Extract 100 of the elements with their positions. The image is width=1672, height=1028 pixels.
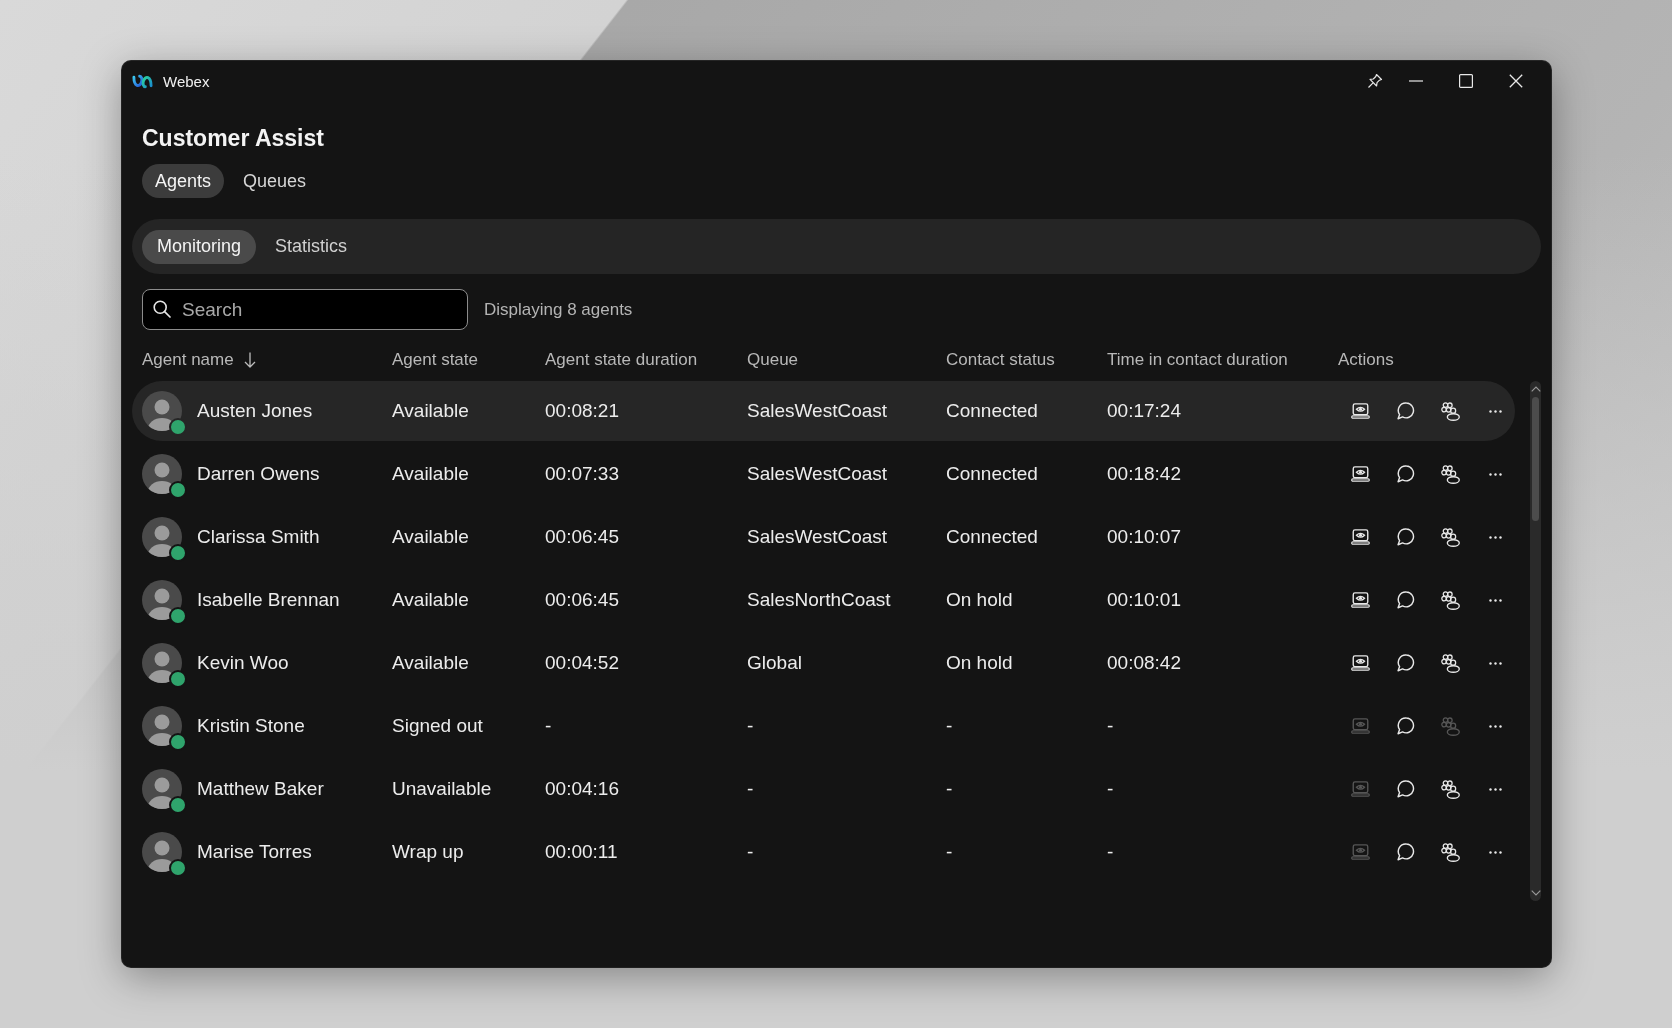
laptop-eye-icon[interactable] [1351, 466, 1370, 482]
queue-name: Global [747, 652, 802, 673]
tab[interactable]: Agents [142, 164, 225, 198]
laptop-eye-icon[interactable] [1351, 592, 1370, 608]
result-count: Displaying 8 agents [484, 299, 633, 320]
agent-state: Signed out [392, 715, 483, 736]
scrollbar-track[interactable] [1530, 381, 1541, 901]
column-header[interactable]: Agent state [392, 350, 478, 370]
avatar-icon [142, 517, 182, 557]
contact-status: - [946, 778, 953, 799]
state-duration: 00:00:11 [545, 841, 618, 862]
agent-state: Available [392, 652, 469, 673]
column-header[interactable]: Contact status [946, 350, 1055, 370]
contact-duration: 00:18:42 [1107, 463, 1181, 484]
chat-bubble-icon[interactable] [1396, 780, 1415, 798]
state-duration: 00:04:52 [545, 652, 619, 673]
avatar-icon [142, 454, 182, 494]
laptop-eye-icon[interactable] [1351, 403, 1370, 419]
table-row[interactable]: Kevin Woo Available 00:04:52 Global On hold 00:08:42 [132, 633, 1515, 693]
people-group-icon[interactable] [1441, 842, 1460, 862]
contact-duration: - [1107, 715, 1114, 736]
agent-state: Available [392, 400, 469, 421]
agent-name: Marise Torres [197, 841, 312, 863]
table-row[interactable]: Isabelle Brennan Available 00:06:45 SalesNorthCoast On hold 00:10:01 [132, 570, 1515, 630]
more-icon[interactable] [1489, 472, 1502, 476]
search-icon [153, 300, 171, 318]
more-icon[interactable] [1489, 850, 1502, 854]
pin-icon[interactable] [1367, 73, 1383, 89]
contact-status: Connected [946, 526, 1038, 547]
state-duration: 00:06:45 [545, 526, 619, 547]
more-icon[interactable] [1489, 724, 1502, 728]
contact-status: - [946, 715, 953, 736]
sort-arrow-icon [243, 352, 256, 368]
contact-duration: 00:10:07 [1107, 526, 1181, 547]
state-duration: 00:06:45 [545, 589, 619, 610]
scrollbar-thumb[interactable] [1532, 397, 1539, 521]
agent-state: Wrap up [392, 841, 464, 862]
more-icon[interactable] [1489, 787, 1502, 791]
search-field[interactable]: Search [142, 289, 468, 330]
table-row[interactable]: Matthew Baker Unavailable 00:04:16 - - - [132, 759, 1515, 819]
chat-bubble-icon[interactable] [1396, 465, 1415, 483]
chat-bubble-icon[interactable] [1396, 591, 1415, 609]
queue-name: SalesWestCoast [747, 400, 888, 421]
column-header[interactable]: Time in contact duration [1107, 350, 1288, 370]
column-header[interactable]: Agent state duration [545, 350, 698, 370]
people-group-icon[interactable] [1441, 653, 1460, 673]
maximize-icon[interactable] [1459, 74, 1473, 88]
page-title: Customer Assist [142, 124, 324, 153]
table-row[interactable]: Austen Jones Available 00:08:21 SalesWestCoast Connected 00:17:24 [132, 381, 1515, 441]
laptop-eye-icon[interactable] [1351, 655, 1370, 671]
contact-status: - [946, 841, 953, 862]
queue-name: SalesWestCoast [747, 526, 888, 547]
contact-duration: - [1107, 841, 1114, 862]
column-header[interactable]: Agent name [142, 350, 256, 370]
chat-bubble-icon[interactable] [1396, 402, 1415, 420]
window-title: Webex [163, 72, 210, 90]
avatar-icon [142, 391, 182, 431]
people-group-icon[interactable] [1441, 527, 1460, 547]
agent-state: Available [392, 589, 469, 610]
queue-name: - [747, 715, 754, 736]
caret-up-icon[interactable] [1530, 386, 1541, 392]
more-icon[interactable] [1489, 409, 1502, 413]
table-row[interactable]: Darren Owens Available 00:07:33 SalesWestCoast Connected 00:18:42 [132, 444, 1515, 504]
avatar-icon [142, 769, 182, 809]
people-group-icon[interactable] [1441, 464, 1460, 484]
contact-status: On hold [946, 652, 1013, 673]
column-header[interactable]: Queue [747, 350, 799, 370]
chat-bubble-icon[interactable] [1396, 843, 1415, 861]
table-row[interactable]: Kristin Stone Signed out - - - - [132, 696, 1515, 756]
agent-name: Kristin Stone [197, 715, 305, 737]
more-icon[interactable] [1489, 535, 1502, 539]
laptop-eye-icon[interactable] [1351, 529, 1370, 545]
column-header[interactable]: Actions [1338, 350, 1394, 370]
table-row[interactable]: Marise Torres Wrap up 00:00:11 - - - [132, 822, 1515, 882]
contact-status: Connected [946, 400, 1038, 421]
chat-bubble-icon[interactable] [1396, 717, 1415, 735]
queue-name: SalesWestCoast [747, 463, 888, 484]
avatar-icon [142, 643, 182, 683]
avatar-icon [142, 706, 182, 746]
chat-bubble-icon[interactable] [1396, 654, 1415, 672]
queue-name: - [747, 841, 754, 862]
contact-duration: 00:08:42 [1107, 652, 1181, 673]
state-duration: 00:04:16 [545, 778, 619, 799]
tab[interactable]: Queues [230, 164, 320, 198]
chat-bubble-icon[interactable] [1396, 528, 1415, 546]
contact-status: Connected [946, 463, 1038, 484]
people-group-icon[interactable] [1441, 590, 1460, 610]
people-group-icon[interactable] [1441, 401, 1460, 421]
agent-name: Kevin Woo [197, 652, 289, 674]
more-icon[interactable] [1489, 598, 1502, 602]
subtab[interactable]: Monitoring [142, 229, 257, 264]
agent-state: Available [392, 526, 469, 547]
logo-icon [132, 73, 153, 89]
close-icon[interactable] [1509, 74, 1523, 88]
people-group-icon[interactable] [1441, 779, 1460, 799]
more-icon[interactable] [1489, 661, 1502, 665]
table-row[interactable]: Clarissa Smith Available 00:06:45 SalesWestCoast Connected 00:10:07 [132, 507, 1515, 567]
caret-down-icon[interactable] [1530, 890, 1541, 896]
subtab[interactable]: Statistics [260, 229, 363, 264]
state-duration: - [545, 715, 552, 736]
